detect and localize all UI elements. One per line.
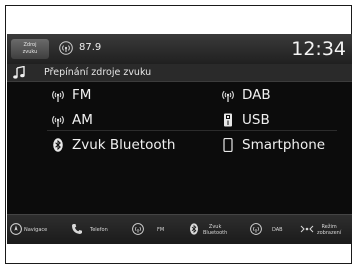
audio-source-button[interactable]: Zdroj zvuku [11, 39, 49, 59]
source-option-smartphone[interactable]: Smartphone [221, 135, 341, 155]
nav-button-bluetooth-audio[interactable]: Zvuk Bluetooth [188, 215, 240, 244]
usb-icon [224, 113, 232, 127]
antenna-icon [222, 90, 234, 102]
antenna-icon [132, 223, 144, 235]
compass-icon [10, 223, 22, 235]
nav-button-navigation[interactable]: Navigace [9, 215, 53, 244]
antenna-icon [52, 90, 64, 102]
nav-label-phone: Telefon [90, 227, 108, 233]
infotainment-screen: Zdroj zvuku 87.9 12:34 Přepínání zdroje … [7, 34, 352, 244]
source-label-usb: USB [242, 112, 270, 128]
phone-icon [72, 224, 82, 234]
source-label-smartphone: Smartphone [242, 137, 326, 153]
nav-button-fm[interactable]: FM [132, 215, 174, 244]
clock: 12:34 [291, 38, 346, 60]
nav-label-bluetooth: Zvuk Bluetooth [203, 215, 227, 244]
source-label-bluetooth: Zvuk Bluetooth [72, 137, 176, 153]
nav-label-display-mode: Režim zobrazení [317, 215, 341, 244]
source-option-bluetooth[interactable]: Zvuk Bluetooth [51, 135, 191, 155]
nav-label-fm: FM [157, 227, 165, 233]
source-option-am[interactable]: AM [51, 110, 191, 130]
antenna-icon [52, 115, 64, 127]
music-note-icon [13, 66, 25, 79]
nav-button-display-mode[interactable]: Režim zobrazení [300, 215, 350, 244]
nav-label-display-mode-line2: zobrazení [317, 230, 342, 236]
display-mode-icon [300, 225, 314, 233]
antenna-icon [59, 41, 73, 55]
header-bar: Přepínání zdroje zvuku [7, 64, 352, 82]
source-label-am: AM [72, 112, 93, 128]
page-title: Přepínání zdroje zvuku [44, 67, 152, 78]
bluetooth-icon [190, 223, 198, 235]
source-option-fm[interactable]: FM [51, 85, 191, 105]
bluetooth-icon [53, 138, 63, 152]
nav-label-dab: DAB [272, 227, 283, 233]
source-label-fm: FM [72, 87, 92, 103]
radio-frequency: 87.9 [79, 42, 102, 53]
source-option-usb[interactable]: USB [221, 110, 341, 130]
nav-button-dab[interactable]: DAB [250, 215, 292, 244]
nav-label-navigation: Navigace [24, 227, 48, 233]
status-bar: Zdroj zvuku 87.9 12:34 [7, 34, 352, 64]
row-divider [47, 130, 337, 131]
smartphone-icon [223, 138, 233, 152]
source-label-dab: DAB [242, 87, 271, 103]
source-option-dab[interactable]: DAB [221, 85, 341, 105]
audio-source-label-line1: Zdroj [23, 42, 37, 48]
bottom-nav-bar: Navigace Telefon FM Zvuk Bluetooth DAB R… [7, 214, 352, 244]
nav-label-bluetooth-line2: Bluetooth [203, 230, 228, 236]
nav-button-phone[interactable]: Telefon [71, 215, 117, 244]
antenna-icon [250, 223, 262, 235]
audio-source-label-line2: zvuku [22, 49, 38, 55]
